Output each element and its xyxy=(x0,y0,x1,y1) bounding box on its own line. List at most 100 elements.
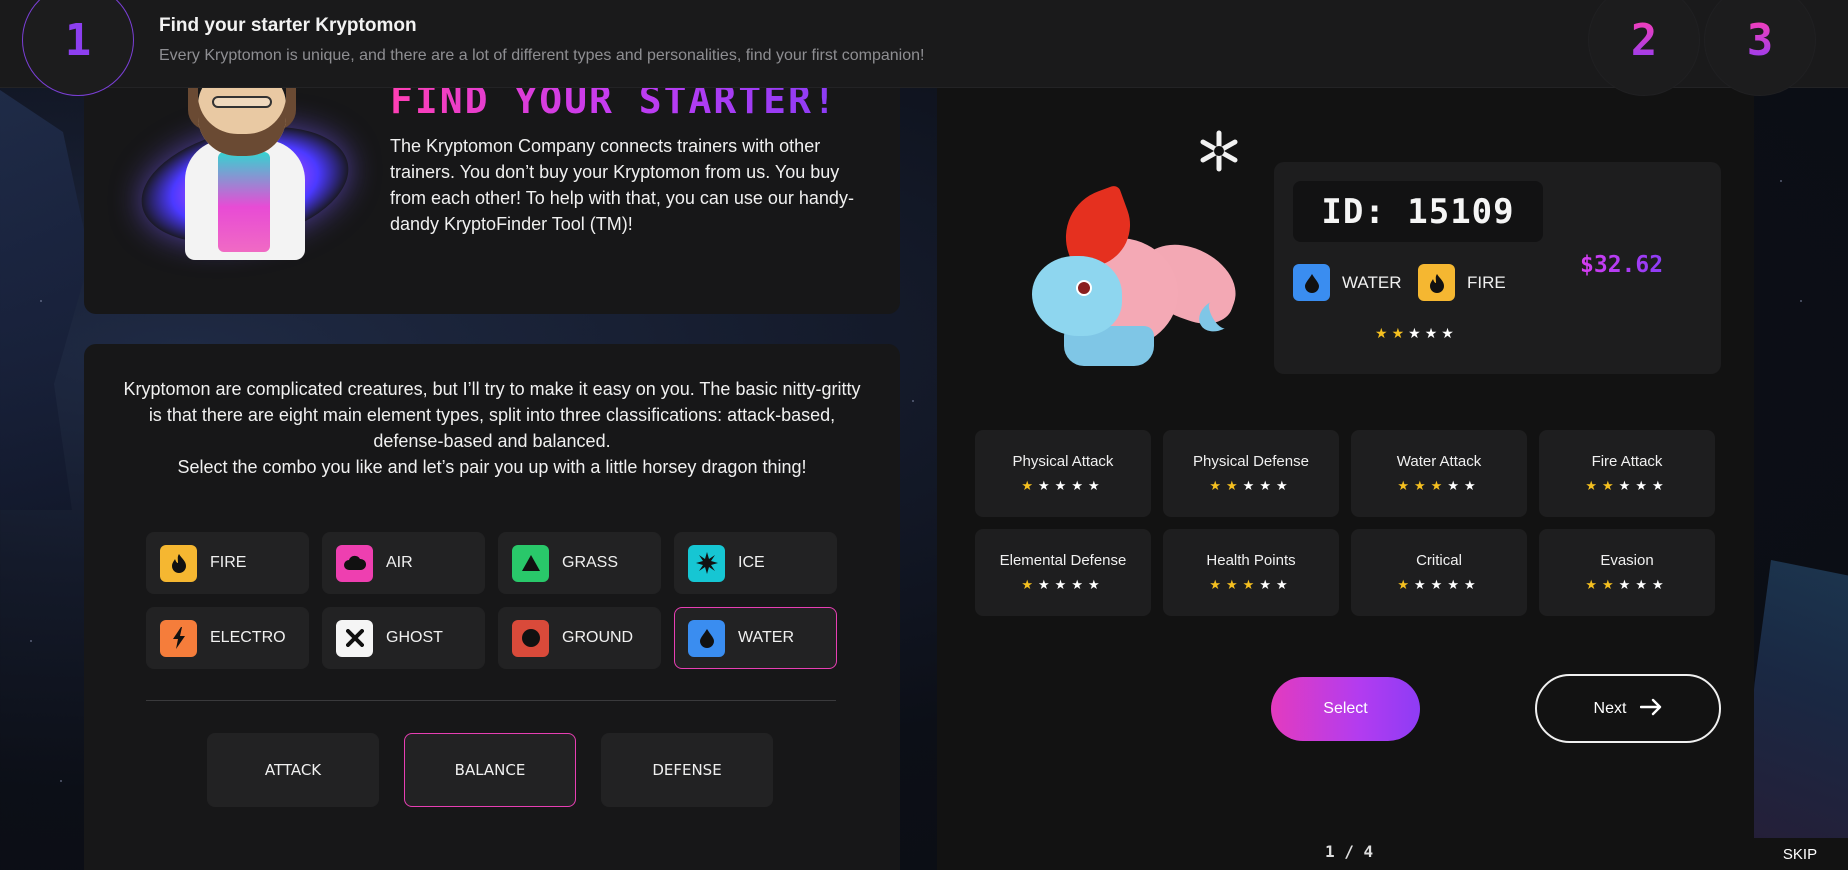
selection-description-line1: Kryptomon are complicated creatures, but… xyxy=(123,379,861,451)
empty-star-icon: ★ xyxy=(1463,478,1481,493)
type-button-air[interactable]: AIR xyxy=(322,532,485,594)
stats-grid: Physical Attack ★★★★★ Physical Defense ★… xyxy=(975,430,1715,616)
stat-label: Elemental Defense xyxy=(999,552,1127,569)
next-button-label: Next xyxy=(1593,699,1627,717)
empty-star-icon: ★ xyxy=(1635,478,1652,493)
filled-star-icon: ★ xyxy=(1585,577,1603,592)
filled-star-icon: ★ xyxy=(1397,577,1415,592)
empty-star-icon: ★ xyxy=(1447,478,1464,493)
flame-icon xyxy=(1418,264,1455,301)
background-star xyxy=(1800,300,1802,302)
empty-star-icon: ★ xyxy=(1071,478,1088,493)
stat-label: Water Attack xyxy=(1396,453,1482,470)
background-star xyxy=(30,640,32,642)
empty-star-icon: ★ xyxy=(1259,478,1276,493)
class-button-attack[interactable]: ATTACK xyxy=(207,733,379,807)
filled-star-icon: ★ xyxy=(1414,478,1431,493)
empty-star-icon: ★ xyxy=(1414,577,1431,592)
filled-star-icon: ★ xyxy=(1375,325,1392,341)
card-type-water: WATER xyxy=(1293,264,1402,301)
stat-label: Evasion xyxy=(1600,552,1654,569)
kryptomon-rating-stars: ★★★★★ xyxy=(1375,325,1458,342)
type-button-grass[interactable]: GRASS xyxy=(498,532,661,594)
type-button-ground[interactable]: GROUND xyxy=(498,607,661,669)
filled-star-icon: ★ xyxy=(1242,577,1260,592)
filled-star-icon: ★ xyxy=(1430,478,1448,493)
filled-star-icon: ★ xyxy=(1397,478,1415,493)
circle-icon xyxy=(512,619,549,657)
selection-description-line2: Select the combo you like and let’s pair… xyxy=(177,457,807,477)
selection-description: Kryptomon are complicated creatures, but… xyxy=(120,376,864,480)
step-1-indicator[interactable]: 1 xyxy=(22,0,134,96)
empty-star-icon: ★ xyxy=(1424,325,1442,341)
intro-text: The Kryptomon Company connects trainers … xyxy=(390,136,854,234)
filled-star-icon: ★ xyxy=(1391,325,1409,341)
empty-star-icon: ★ xyxy=(1408,325,1425,341)
type-label: AIR xyxy=(386,554,413,571)
empty-star-icon: ★ xyxy=(1618,577,1636,592)
stat-water-attack: Water Attack ★★★★★ xyxy=(1351,430,1527,517)
filled-star-icon: ★ xyxy=(1585,478,1603,493)
type-button-ghost[interactable]: GHOST xyxy=(322,607,485,669)
drop-icon xyxy=(688,619,725,657)
card-type-label: FIRE xyxy=(1467,272,1506,292)
filled-star-icon: ★ xyxy=(1209,577,1227,592)
type-button-electro[interactable]: ELECTRO xyxy=(146,607,309,669)
empty-star-icon: ★ xyxy=(1054,577,1072,592)
type-label: GHOST xyxy=(386,629,443,646)
top-bar: 1 Find your starter Kryptomon Every Kryp… xyxy=(0,0,1848,96)
background-rock-left xyxy=(0,90,90,510)
step-3-indicator[interactable]: 3 xyxy=(1704,0,1816,96)
snowflake-icon xyxy=(1198,130,1240,183)
flame-icon xyxy=(160,544,197,582)
stat-physical-attack: Physical Attack ★★★★★ xyxy=(975,430,1151,517)
creature-head xyxy=(1032,256,1122,336)
type-button-fire[interactable]: FIRE xyxy=(146,532,309,594)
step-2-indicator[interactable]: 2 xyxy=(1588,0,1700,96)
type-label: GROUND xyxy=(562,629,634,646)
type-button-ice[interactable]: ICE xyxy=(674,532,837,594)
empty-star-icon: ★ xyxy=(1651,478,1669,493)
stat-rating-stars: ★★★★★ xyxy=(1397,577,1480,593)
kryptomon-id: ID: 15109 xyxy=(1293,181,1543,242)
card-type-fire: FIRE xyxy=(1418,264,1506,301)
stat-label: Health Points xyxy=(1206,552,1296,569)
stat-label: Physical Defense xyxy=(1193,453,1309,470)
background-star xyxy=(60,780,62,782)
stat-label: Critical xyxy=(1416,552,1462,569)
background-rock-right xyxy=(1738,560,1848,870)
select-button[interactable]: Select xyxy=(1271,677,1420,741)
filled-star-icon: ★ xyxy=(1226,577,1243,592)
bolt-icon xyxy=(160,619,197,657)
stat-rating-stars: ★★★★★ xyxy=(1021,478,1104,494)
empty-star-icon: ★ xyxy=(1430,577,1448,592)
stat-physical-defense: Physical Defense ★★★★★ xyxy=(1163,430,1339,517)
drop-icon xyxy=(1293,264,1330,301)
stat-rating-stars: ★★★★★ xyxy=(1397,478,1480,494)
skip-button[interactable]: SKIP xyxy=(1752,838,1848,870)
empty-star-icon: ★ xyxy=(1275,478,1293,493)
classification-group: ATTACK BALANCE DEFENSE xyxy=(207,733,773,807)
next-button[interactable]: Next xyxy=(1535,674,1721,743)
empty-star-icon: ★ xyxy=(1038,577,1055,592)
empty-star-icon: ★ xyxy=(1463,577,1481,592)
triangle-icon xyxy=(512,544,549,582)
type-button-water[interactable]: WATER xyxy=(674,607,837,669)
type-label: ICE xyxy=(738,554,765,571)
divider xyxy=(146,700,836,701)
stat-elemental-defense: Elemental Defense ★★★★★ xyxy=(975,529,1151,616)
stat-rating-stars: ★★★★★ xyxy=(1021,577,1104,593)
background-star xyxy=(1780,180,1782,182)
spike-icon xyxy=(688,544,725,582)
stat-health-points: Health Points ★★★★★ xyxy=(1163,529,1339,616)
cross-icon xyxy=(336,619,373,657)
empty-star-icon: ★ xyxy=(1071,577,1088,592)
class-button-defense[interactable]: DEFENSE xyxy=(601,733,773,807)
type-grid: FIRE AIR GRASS ICE ELECTRO GHOST GROUND … xyxy=(146,532,837,669)
background-star xyxy=(40,300,42,302)
stat-evasion: Evasion ★★★★★ xyxy=(1539,529,1715,616)
class-button-balance[interactable]: BALANCE xyxy=(404,733,576,807)
stat-label: Physical Attack xyxy=(1012,453,1114,470)
professor-glasses xyxy=(212,96,272,108)
stat-rating-stars: ★★★★★ xyxy=(1209,577,1292,593)
